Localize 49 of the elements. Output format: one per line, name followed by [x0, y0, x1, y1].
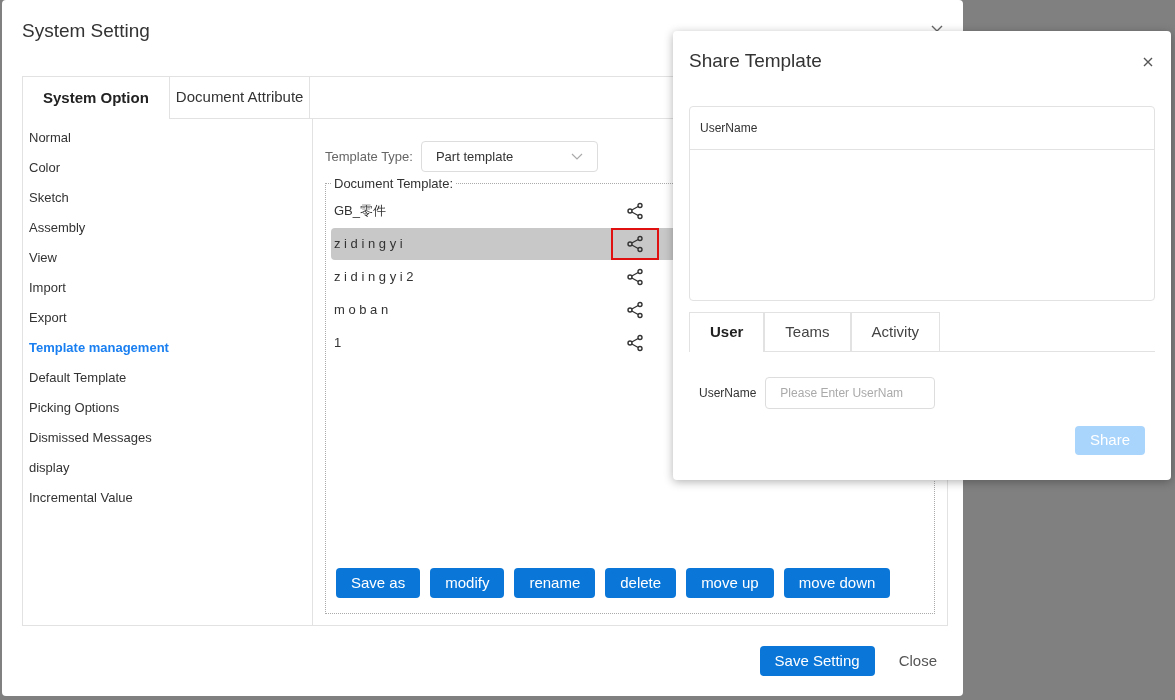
share-icon	[626, 201, 644, 220]
share-icon	[626, 234, 644, 253]
share-icon	[626, 267, 644, 286]
field-label: Template Type:	[325, 147, 413, 166]
action-button[interactable]: delete	[605, 568, 677, 598]
sidebar-item[interactable]: Assembly	[23, 213, 312, 243]
action-button[interactable]: move down	[783, 568, 891, 598]
sidebar-item[interactable]: Dismissed Messages	[23, 423, 312, 453]
column-header: UserName	[700, 120, 758, 137]
action-button[interactable]: rename	[514, 568, 596, 598]
chevron-down-icon	[570, 152, 583, 161]
username-input[interactable]: Please Enter UserNam	[765, 377, 936, 409]
template-name: z i d i n g y i	[334, 234, 403, 253]
sidebar-item[interactable]: display	[23, 453, 312, 483]
sidebar-item[interactable]: Sketch	[23, 183, 312, 213]
template-row[interactable]: GB_零件	[331, 194, 929, 227]
tab[interactable]: System Option	[23, 77, 170, 119]
template-row[interactable]: z i d i n g y i 2	[331, 260, 929, 293]
close-icon[interactable]	[1143, 56, 1153, 67]
sidebar-item[interactable]: Template management	[23, 333, 312, 363]
share-icon-button[interactable]	[611, 227, 659, 260]
sidebar-item[interactable]: Picking Options	[23, 393, 312, 423]
dialog-title: System Setting	[22, 18, 150, 43]
template-type-select[interactable]: Part template	[420, 141, 598, 172]
action-button[interactable]: Save as	[336, 568, 421, 598]
tab[interactable]: Document Attribute	[169, 77, 311, 118]
tab[interactable]: User	[689, 312, 765, 352]
save-setting-button[interactable]: Save Setting	[759, 646, 875, 676]
sidebar-item[interactable]: Color	[23, 153, 312, 183]
template-name: z i d i n g y i 2	[334, 267, 414, 286]
dialog-title: Share Template	[689, 49, 822, 74]
share-icon	[626, 300, 644, 319]
share-icon	[626, 333, 644, 352]
template-name: 1	[334, 333, 342, 352]
template-name: m o b a n	[334, 300, 389, 319]
template-name: GB_零件	[334, 201, 386, 220]
action-button[interactable]: move up	[686, 568, 774, 598]
sidebar-item[interactable]: Export	[23, 303, 312, 333]
close-button[interactable]: Close	[898, 649, 937, 673]
sidebar-item[interactable]: View	[23, 243, 312, 273]
group-legend: Document Template:	[332, 176, 455, 192]
sidebar-item[interactable]: Incremental Value	[23, 483, 312, 513]
sidebar-item[interactable]: Default Template	[23, 363, 312, 393]
sidebar-item[interactable]: Normal	[23, 123, 312, 153]
tab[interactable]: Teams	[764, 312, 851, 352]
field-label: UserName	[699, 385, 757, 402]
action-button[interactable]: modify	[430, 568, 505, 598]
sidebar-item[interactable]: Import	[23, 273, 312, 303]
tab[interactable]: Activity	[850, 312, 941, 352]
